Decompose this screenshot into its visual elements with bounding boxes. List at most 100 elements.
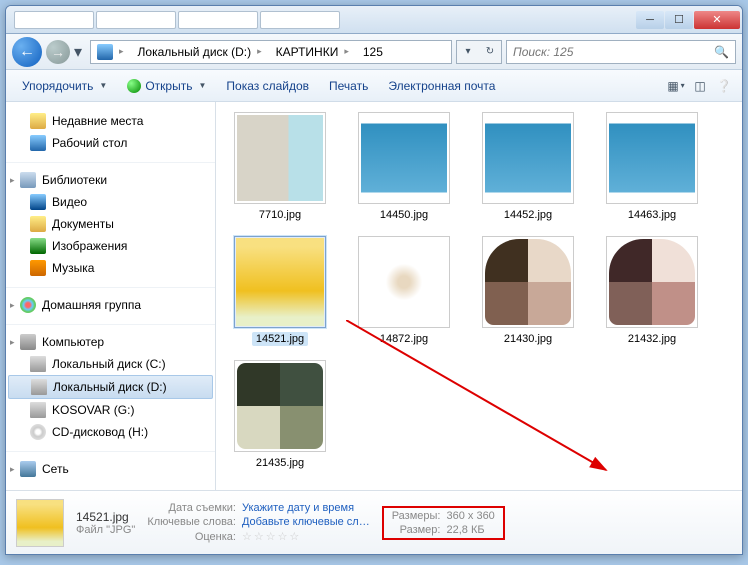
slideshow-button[interactable]: Показ слайдов: [218, 75, 317, 97]
title-tabs: [8, 11, 636, 29]
preview-pane-button[interactable]: ◫: [690, 76, 710, 96]
details-pane: 14521.jpg Файл "JPG" Дата съемки: Укажит…: [6, 490, 742, 554]
sidebar-libraries[interactable]: ▸Библиотеки: [6, 169, 215, 191]
details-highlight-box: Размеры: 360 x 360 Размер: 22,8 КБ: [382, 506, 505, 540]
breadcrumb[interactable]: ▸ Локальный диск (D:)▸ КАРТИНКИ▸ 125: [90, 40, 452, 64]
close-button[interactable]: ✕: [694, 11, 740, 29]
open-icon: [127, 79, 141, 93]
minimize-button[interactable]: ─: [636, 11, 664, 29]
details-filetype: Файл "JPG": [76, 524, 135, 536]
sidebar-network[interactable]: ▸Сеть: [6, 458, 215, 480]
sidebar-item-pictures[interactable]: Изображения: [6, 235, 215, 257]
sidebar-homegroup[interactable]: ▸Домашняя группа: [6, 294, 215, 316]
sidebar-item-music[interactable]: Музыка: [6, 257, 215, 279]
search-icon: 🔍: [714, 45, 729, 59]
sidebar-item-drive-c[interactable]: Локальный диск (C:): [6, 353, 215, 375]
drive-icon: [97, 44, 113, 60]
nav-tree: Недавние места Рабочий стол ▸Библиотеки …: [6, 102, 216, 490]
file-item[interactable]: 14452.jpg: [478, 112, 578, 222]
details-keywords-label: Ключевые слова:: [147, 516, 236, 528]
sidebar-item-drive-g[interactable]: KOSOVAR (G:): [6, 399, 215, 421]
file-item[interactable]: 21432.jpg: [602, 236, 702, 346]
title-tab[interactable]: [96, 11, 176, 29]
file-thumbnail: [606, 236, 698, 328]
file-view[interactable]: 7710.jpg 14450.jpg 14452.jpg 14463.jpg 14521…: [216, 102, 742, 490]
file-name: 14452.jpg: [500, 208, 556, 222]
file-thumbnail: [234, 112, 326, 204]
forward-button[interactable]: →: [46, 40, 70, 64]
drive-icon: [30, 402, 46, 418]
drive-icon: [31, 379, 47, 395]
file-name: 7710.jpg: [255, 208, 305, 222]
email-button[interactable]: Электронная почта: [380, 75, 503, 97]
refresh-button[interactable]: ↻: [479, 41, 501, 63]
nav-bar: ← → ▾ ▸ Локальный диск (D:)▸ КАРТИНКИ▸ 1…: [6, 34, 742, 70]
crumb-folder2[interactable]: 125: [357, 41, 389, 63]
titlebar: ─ ☐ ✕: [6, 6, 742, 34]
file-thumbnail: [358, 112, 450, 204]
details-date-value[interactable]: Укажите дату и время: [242, 502, 370, 514]
pictures-icon: [30, 238, 46, 254]
sidebar-item-drive-cd[interactable]: CD-дисковод (H:): [6, 421, 215, 443]
file-item[interactable]: 21430.jpg: [478, 236, 578, 346]
title-tab[interactable]: [260, 11, 340, 29]
file-item[interactable]: 14521.jpg: [230, 236, 330, 346]
music-icon: [30, 260, 46, 276]
file-thumbnail: [234, 236, 326, 328]
file-name: 14521.jpg: [252, 332, 308, 346]
title-tab[interactable]: [14, 11, 94, 29]
file-item[interactable]: 7710.jpg: [230, 112, 330, 222]
details-dimensions-label: Размеры:: [392, 510, 441, 522]
print-button[interactable]: Печать: [321, 75, 376, 97]
file-thumbnail: [606, 112, 698, 204]
details-thumbnail: [16, 499, 64, 547]
file-name: 14872.jpg: [376, 332, 432, 346]
computer-icon: [20, 334, 36, 350]
sidebar-item-desktop[interactable]: Рабочий стол: [6, 132, 215, 154]
explorer-window: ─ ☐ ✕ ← → ▾ ▸ Локальный диск (D:)▸ КАРТИ…: [5, 5, 743, 555]
sidebar-item-video[interactable]: Видео: [6, 191, 215, 213]
folder-icon: [30, 113, 46, 129]
homegroup-icon: [20, 297, 36, 313]
view-options-button[interactable]: ▦▾: [666, 76, 686, 96]
title-tab[interactable]: [178, 11, 258, 29]
network-icon: [20, 461, 36, 477]
open-button[interactable]: Открыть▼: [119, 75, 214, 97]
details-date-label: Дата съемки:: [147, 502, 236, 514]
history-dropdown[interactable]: ▾: [74, 42, 86, 62]
sidebar-computer[interactable]: ▸Компьютер: [6, 331, 215, 353]
details-filename: 14521.jpg: [76, 510, 135, 524]
sidebar-item-recent[interactable]: Недавние места: [6, 110, 215, 132]
details-dimensions-value: 360 x 360: [446, 510, 494, 522]
maximize-button[interactable]: ☐: [665, 11, 693, 29]
library-icon: [20, 172, 36, 188]
file-item[interactable]: 14463.jpg: [602, 112, 702, 222]
drive-icon: [30, 356, 46, 372]
search-input[interactable]: [513, 45, 714, 59]
details-rating-label: Оценка:: [147, 531, 236, 543]
details-keywords-value[interactable]: Добавьте ключевые сл…: [242, 516, 370, 528]
file-item[interactable]: 21435.jpg: [230, 360, 330, 470]
back-button[interactable]: ←: [12, 37, 42, 67]
toolbar: Упорядочить▼ Открыть▼ Показ слайдов Печа…: [6, 70, 742, 102]
search-box[interactable]: 🔍: [506, 40, 736, 64]
file-name: 21430.jpg: [500, 332, 556, 346]
crumb-drive[interactable]: Локальный диск (D:)▸: [132, 41, 270, 63]
file-thumbnail: [482, 112, 574, 204]
desktop-icon: [30, 135, 46, 151]
sidebar-item-drive-d[interactable]: Локальный диск (D:): [8, 375, 213, 399]
file-item[interactable]: 14872.jpg: [354, 236, 454, 346]
details-rating-value[interactable]: ☆☆☆☆☆: [242, 530, 370, 543]
file-thumbnail: [234, 360, 326, 452]
file-name: 21432.jpg: [624, 332, 680, 346]
file-name: 14463.jpg: [624, 208, 680, 222]
crumb-root[interactable]: ▸: [91, 41, 132, 63]
help-button[interactable]: ❔: [714, 76, 734, 96]
details-size-label: Размер:: [392, 524, 441, 536]
details-size-value: 22,8 КБ: [446, 524, 494, 536]
organize-button[interactable]: Упорядочить▼: [14, 75, 115, 97]
file-item[interactable]: 14450.jpg: [354, 112, 454, 222]
crumb-folder1[interactable]: КАРТИНКИ▸: [270, 41, 357, 63]
sidebar-item-documents[interactable]: Документы: [6, 213, 215, 235]
breadcrumb-dropdown[interactable]: ▾: [457, 41, 479, 63]
